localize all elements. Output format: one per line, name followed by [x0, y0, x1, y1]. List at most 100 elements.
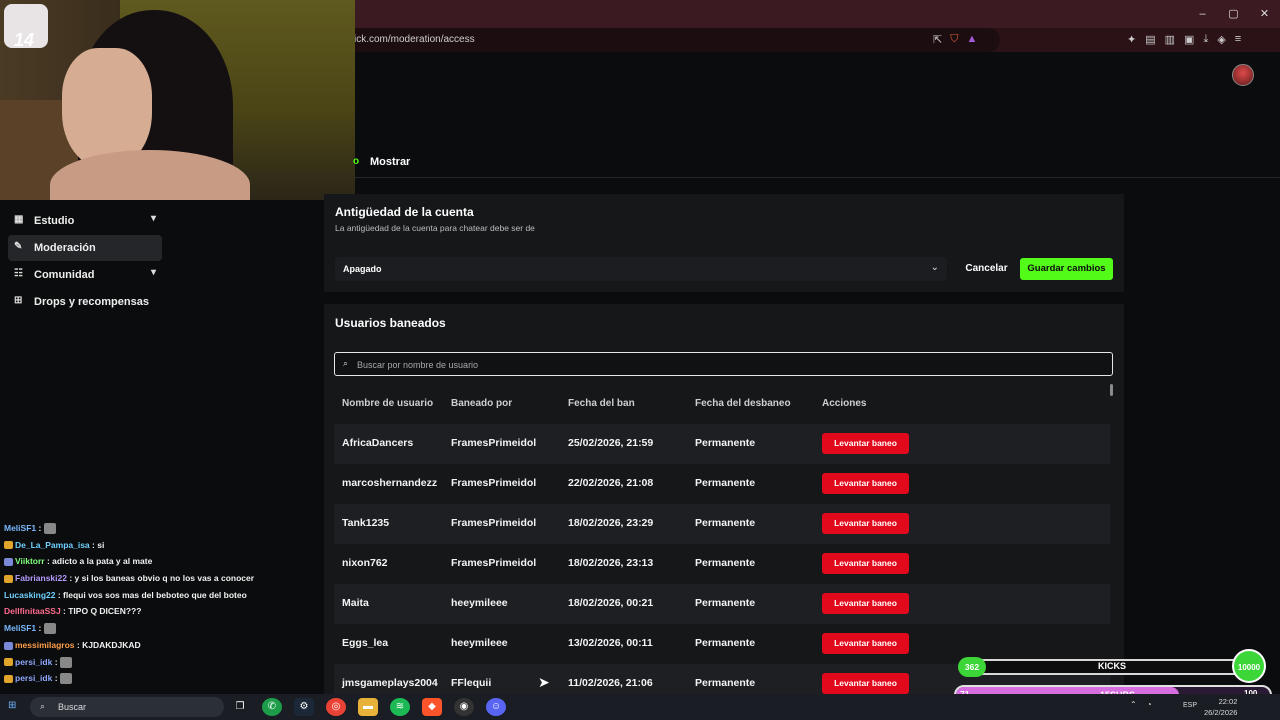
close-window-button[interactable]: ✕: [1249, 0, 1280, 28]
lift-ban-button[interactable]: Levantar baneo: [822, 673, 909, 694]
chat-line: Viiktorr : adicto a la pata y al mate: [0, 553, 330, 570]
whatsapp-icon[interactable]: ✆: [262, 698, 282, 716]
account-age-title: Antigüedad de la cuenta: [335, 205, 474, 219]
taskbar-search[interactable]: ⌕ Buscar: [30, 697, 224, 717]
lift-ban-button[interactable]: Levantar baneo: [822, 593, 909, 614]
brave-shield-icon[interactable]: ⛉: [950, 33, 958, 46]
chevron-down-icon: ⌄: [930, 262, 939, 273]
chat-username[interactable]: persi_idk: [15, 657, 52, 667]
chevron-down-icon: ▾: [150, 213, 156, 224]
sidebar-item-estudio[interactable]: ▦ Estudio ▾: [8, 208, 162, 234]
chat-username[interactable]: MeliSF1: [4, 623, 36, 633]
language-indicator[interactable]: ESP: [1183, 702, 1197, 709]
chat-username[interactable]: persi_idk: [15, 673, 52, 683]
cell-banned-by: FramesPrimeidol: [451, 437, 537, 449]
menu-icon[interactable]: ≡: [1235, 33, 1241, 46]
extensions-icon[interactable]: ✦: [1127, 33, 1136, 46]
file-explorer-icon[interactable]: ▬: [358, 698, 378, 716]
task-view-icon[interactable]: ❐: [230, 698, 250, 716]
cell-banned-by: FramesPrimeidol: [451, 477, 537, 489]
sidebar-item-label: Comunidad: [34, 269, 95, 281]
sidebar-item-label: Estudio: [34, 215, 75, 227]
chat-username[interactable]: messimilagros: [15, 640, 75, 650]
banned-search-input[interactable]: ⌕ Buscar por nombre de usuario: [334, 352, 1113, 376]
share-icon[interactable]: ⇱: [933, 33, 942, 46]
cell-username: Maita: [342, 597, 369, 609]
badge-icon: [4, 558, 13, 567]
wallet-icon[interactable]: ▤: [1145, 33, 1155, 46]
lift-ban-button[interactable]: Levantar baneo: [822, 473, 909, 494]
chat-line: Fabrianski22 : y si los baneas obvio q n…: [0, 570, 330, 587]
sidebar-item-drops[interactable]: ⊞ Drops y recompensas: [8, 289, 162, 315]
lift-ban-button[interactable]: Levantar baneo: [822, 513, 909, 534]
chat-message: : TIPO Q DICEN???: [60, 606, 142, 617]
chat-username[interactable]: Fabrianski22: [15, 573, 67, 583]
url-text[interactable]: ick.com/moderation/access: [354, 34, 475, 45]
taskbar-apps: ❐ ✆ ⚙ ◎ ▬ ≋ ◆ ◉ ☺: [230, 698, 506, 716]
chat-username[interactable]: Lucasking22: [4, 590, 56, 600]
sidebar-item-comunidad[interactable]: ☷ Comunidad ▾: [8, 262, 162, 288]
user-avatar[interactable]: [1232, 64, 1254, 86]
lift-ban-button[interactable]: Levantar baneo: [822, 553, 909, 574]
sidebar-item-label: Drops y recompensas: [34, 296, 149, 308]
chat-username[interactable]: DellfinitaaSSJ: [4, 606, 61, 616]
lift-ban-button[interactable]: Levantar baneo: [822, 633, 909, 654]
chrome-icon[interactable]: ◎: [326, 698, 346, 716]
download-icon[interactable]: ⤓: [1203, 33, 1208, 46]
taskbar-clock[interactable]: 22:02 26/2/2026: [1204, 696, 1237, 718]
banned-users-title: Usuarios baneados: [335, 316, 446, 330]
mouse-cursor-icon: ➤: [538, 674, 550, 690]
badge-icon: [4, 674, 13, 683]
cell-unban-date: Permanente: [695, 517, 756, 529]
chat-line: MeliSF1 :: [0, 620, 330, 637]
cell-ban-date: 25/02/2026, 21:59: [568, 437, 654, 449]
account-age-select[interactable]: Apagado ⌄: [335, 257, 947, 281]
lift-ban-button[interactable]: Levantar baneo: [822, 433, 909, 454]
sidebar-item-moderacion[interactable]: ✎ Moderación: [8, 235, 162, 261]
kicks-goal-current: 362: [958, 657, 986, 677]
vpn-icon[interactable]: ◈: [1217, 33, 1225, 46]
network-icon[interactable]: ◔: [1147, 700, 1152, 709]
cancel-button[interactable]: Cancelar: [959, 257, 1014, 281]
brave-icon[interactable]: ◆: [422, 698, 442, 716]
chat-message: : KJDAKDJKAD: [74, 639, 141, 650]
tab-icon[interactable]: ▣: [1184, 33, 1194, 46]
sidebar-item-label: Moderación: [34, 242, 96, 254]
chat-message: :: [52, 673, 60, 684]
obs-icon[interactable]: ◉: [454, 698, 474, 716]
chat-line: persi_idk :: [0, 670, 330, 687]
spotify-icon[interactable]: ≋: [390, 698, 410, 716]
minimize-button[interactable]: –: [1187, 0, 1218, 28]
chat-username[interactable]: De_La_Pampa_isa: [15, 540, 90, 550]
chevron-down-icon: ▾: [150, 267, 156, 278]
chat-message: :: [36, 523, 44, 533]
clock-date: 26/2/2026: [1204, 708, 1238, 717]
chat-username[interactable]: MeliSF1: [4, 523, 36, 533]
tab-mostrar[interactable]: Mostrar: [370, 156, 410, 168]
emote-icon: [43, 523, 56, 535]
cell-ban-date: 13/02/2026, 00:11: [568, 637, 653, 649]
emote-icon: [43, 623, 56, 635]
steam-icon[interactable]: ⚙: [294, 698, 314, 716]
tab-previous-partial[interactable]: o: [353, 156, 359, 167]
cell-banned-by: FramesPrimeidol: [451, 517, 537, 529]
cell-banned-by: FramesPrimeidol: [451, 557, 537, 569]
cell-username: jmsgameplays2004: [342, 677, 438, 689]
chat-line: DellfinitaaSSJ : TIPO Q DICEN???: [0, 603, 330, 620]
cell-banned-by: heeymileee: [451, 597, 508, 609]
brave-rewards-icon[interactable]: ▲: [966, 33, 977, 46]
badge-icon: [4, 541, 13, 550]
start-icon[interactable]: ⊞: [8, 700, 16, 711]
save-changes-button[interactable]: Guardar cambios: [1020, 258, 1113, 280]
discord-icon[interactable]: ☺: [486, 698, 506, 716]
tray-up-icon[interactable]: ⌃: [1130, 700, 1137, 709]
chat-line: messimilagros : KJDAKDJKAD: [0, 637, 330, 654]
cell-ban-date: 18/02/2026, 23:29: [568, 517, 654, 529]
scrollbar-thumb[interactable]: [1110, 384, 1113, 396]
cell-unban-date: Permanente: [695, 677, 756, 689]
wrench-icon: ✎: [14, 241, 23, 252]
chat-username[interactable]: Viiktorr: [15, 556, 45, 566]
maximize-button[interactable]: ▢: [1218, 0, 1249, 28]
taskbar-search-label: Buscar: [58, 702, 87, 712]
sidebar-icon[interactable]: ▥: [1165, 33, 1175, 46]
